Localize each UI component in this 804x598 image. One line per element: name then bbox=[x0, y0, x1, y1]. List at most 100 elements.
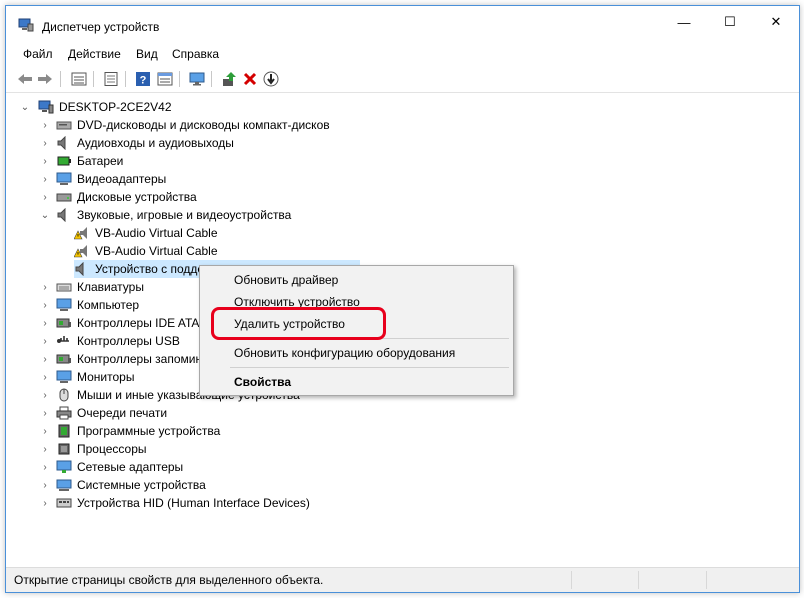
category-label: Сетевые адаптеры bbox=[77, 460, 184, 474]
expand-chevron-icon[interactable]: › bbox=[40, 278, 50, 296]
back-button[interactable] bbox=[16, 70, 34, 88]
expand-chevron-icon[interactable]: › bbox=[40, 476, 50, 494]
expand-chevron-icon[interactable]: › bbox=[40, 494, 50, 512]
speaker-icon bbox=[74, 262, 90, 276]
tree-category[interactable]: Устройства HID (Human Interface Devices) bbox=[56, 494, 310, 512]
toolbar-separator bbox=[211, 71, 212, 87]
expand-chevron-icon[interactable]: › bbox=[40, 368, 50, 386]
status-bar: Открытие страницы свойств для выделенног… bbox=[6, 567, 799, 592]
tree-category[interactable]: Системные устройства bbox=[56, 476, 206, 494]
category-label: Мониторы bbox=[77, 370, 135, 384]
battery-icon bbox=[56, 154, 72, 168]
software-device-icon bbox=[56, 424, 72, 438]
tree-category-sound[interactable]: Звуковые, игровые и видеоустройства bbox=[56, 206, 291, 224]
expand-chevron-icon[interactable]: › bbox=[40, 170, 50, 188]
expand-chevron-icon[interactable]: › bbox=[40, 188, 50, 206]
close-icon: ✕ bbox=[770, 14, 782, 29]
collapse-chevron-icon[interactable]: ⌄ bbox=[20, 98, 30, 116]
expand-chevron-icon[interactable]: › bbox=[40, 134, 50, 152]
disable-device-icon bbox=[263, 71, 279, 87]
tree-category[interactable]: Мониторы bbox=[56, 368, 134, 386]
menu-view[interactable]: Вид bbox=[136, 47, 158, 61]
expand-chevron-icon[interactable]: › bbox=[40, 404, 50, 422]
expand-chevron-icon[interactable]: › bbox=[40, 350, 50, 368]
ctx-properties[interactable]: Свойства bbox=[234, 375, 291, 389]
category-label: Звуковые, игровые и видеоустройства bbox=[77, 208, 292, 222]
uninstall-button[interactable] bbox=[241, 70, 259, 88]
help-icon: ? bbox=[136, 72, 150, 87]
category-label: Очереди печати bbox=[77, 406, 168, 420]
expand-chevron-icon[interactable]: › bbox=[40, 458, 50, 476]
minimize-button[interactable]: — bbox=[661, 6, 707, 38]
speaker-icon bbox=[56, 136, 72, 150]
scan-hardware-button[interactable] bbox=[188, 70, 206, 88]
forward-button[interactable] bbox=[36, 70, 54, 88]
processor-icon bbox=[56, 442, 72, 456]
expand-chevron-icon[interactable]: › bbox=[40, 332, 50, 350]
details-view-button[interactable] bbox=[156, 70, 174, 88]
tree-category[interactable]: Батареи bbox=[56, 152, 123, 170]
menu-action[interactable]: Действие bbox=[68, 47, 121, 61]
close-button[interactable]: ✕ bbox=[753, 6, 799, 38]
status-divider bbox=[706, 571, 707, 589]
network-adapter-icon bbox=[56, 460, 72, 474]
tree-category[interactable]: Процессоры bbox=[56, 440, 147, 458]
expand-chevron-icon[interactable]: › bbox=[40, 440, 50, 458]
tree-category[interactable]: Компьютер bbox=[56, 296, 139, 314]
ctx-scan-hardware[interactable]: Обновить конфигурацию оборудования bbox=[234, 346, 455, 360]
document-icon bbox=[104, 72, 118, 86]
tree-root[interactable]: DESKTOP-2CE2V42 bbox=[38, 98, 172, 116]
dvd-drive-icon bbox=[56, 118, 72, 132]
category-label: Контроллеры IDE ATA/ bbox=[77, 316, 203, 330]
device-manager-icon bbox=[18, 18, 34, 32]
ctx-update-driver[interactable]: Обновить драйвер bbox=[234, 273, 338, 287]
storage-controller-icon bbox=[56, 352, 72, 366]
category-label: Клавиатуры bbox=[77, 280, 144, 294]
expand-chevron-icon[interactable]: › bbox=[40, 314, 50, 332]
expand-chevron-icon[interactable]: › bbox=[40, 152, 50, 170]
ide-controller-icon bbox=[56, 316, 72, 330]
update-driver-icon bbox=[223, 72, 236, 86]
toolbar-separator bbox=[179, 71, 180, 87]
category-label: Программные устройства bbox=[77, 424, 221, 438]
maximize-button[interactable]: ☐ bbox=[707, 6, 753, 38]
tree-device[interactable]: VB-Audio Virtual Cable bbox=[74, 224, 218, 242]
tree-category[interactable]: Контроллеры запомин bbox=[56, 350, 202, 368]
expand-chevron-icon[interactable]: › bbox=[40, 422, 50, 440]
tree-category[interactable]: Аудиовходы и аудиовыходы bbox=[56, 134, 234, 152]
device-label: VB-Audio Virtual Cable bbox=[95, 244, 218, 258]
collapse-chevron-icon[interactable]: ⌄ bbox=[40, 206, 50, 224]
update-driver-button[interactable] bbox=[220, 70, 238, 88]
details-view-icon bbox=[157, 72, 173, 86]
category-label: Системные устройства bbox=[77, 478, 206, 492]
forward-arrow-icon bbox=[38, 74, 52, 84]
usb-icon bbox=[56, 334, 72, 348]
disable-button[interactable] bbox=[262, 70, 280, 88]
category-label: DVD-дисководы и дисководы компакт-дисков bbox=[77, 118, 330, 132]
menu-file[interactable]: Файл bbox=[23, 47, 53, 61]
status-divider bbox=[638, 571, 639, 589]
tree-category[interactable]: DVD-дисководы и дисководы компакт-дисков bbox=[56, 116, 330, 134]
computer-icon bbox=[56, 298, 72, 312]
warning-speaker-icon bbox=[74, 244, 90, 258]
tree-category[interactable]: Контроллеры IDE ATA/ bbox=[56, 314, 203, 332]
expand-chevron-icon[interactable]: › bbox=[40, 386, 50, 404]
properties-view-button[interactable] bbox=[70, 70, 88, 88]
document-button[interactable] bbox=[102, 70, 120, 88]
expand-chevron-icon[interactable]: › bbox=[40, 116, 50, 134]
tree-category[interactable]: Сетевые адаптеры bbox=[56, 458, 183, 476]
tree-category[interactable]: Дисковые устройства bbox=[56, 188, 197, 206]
tree-category[interactable]: Видеоадаптеры bbox=[56, 170, 166, 188]
tree-category[interactable]: Клавиатуры bbox=[56, 278, 144, 296]
tree-category[interactable]: Контроллеры USB bbox=[56, 332, 180, 350]
tree-category[interactable]: Программные устройства bbox=[56, 422, 220, 440]
help-button[interactable]: ? bbox=[134, 70, 152, 88]
tree-device[interactable]: VB-Audio Virtual Cable bbox=[74, 242, 218, 260]
monitor-icon bbox=[56, 370, 72, 384]
tree-category[interactable]: Очереди печати bbox=[56, 404, 167, 422]
category-label: Контроллеры запомин bbox=[77, 352, 203, 366]
printer-icon bbox=[56, 406, 72, 420]
expand-chevron-icon[interactable]: › bbox=[40, 296, 50, 314]
menu-help[interactable]: Справка bbox=[172, 47, 219, 61]
minimize-icon: — bbox=[677, 14, 691, 30]
